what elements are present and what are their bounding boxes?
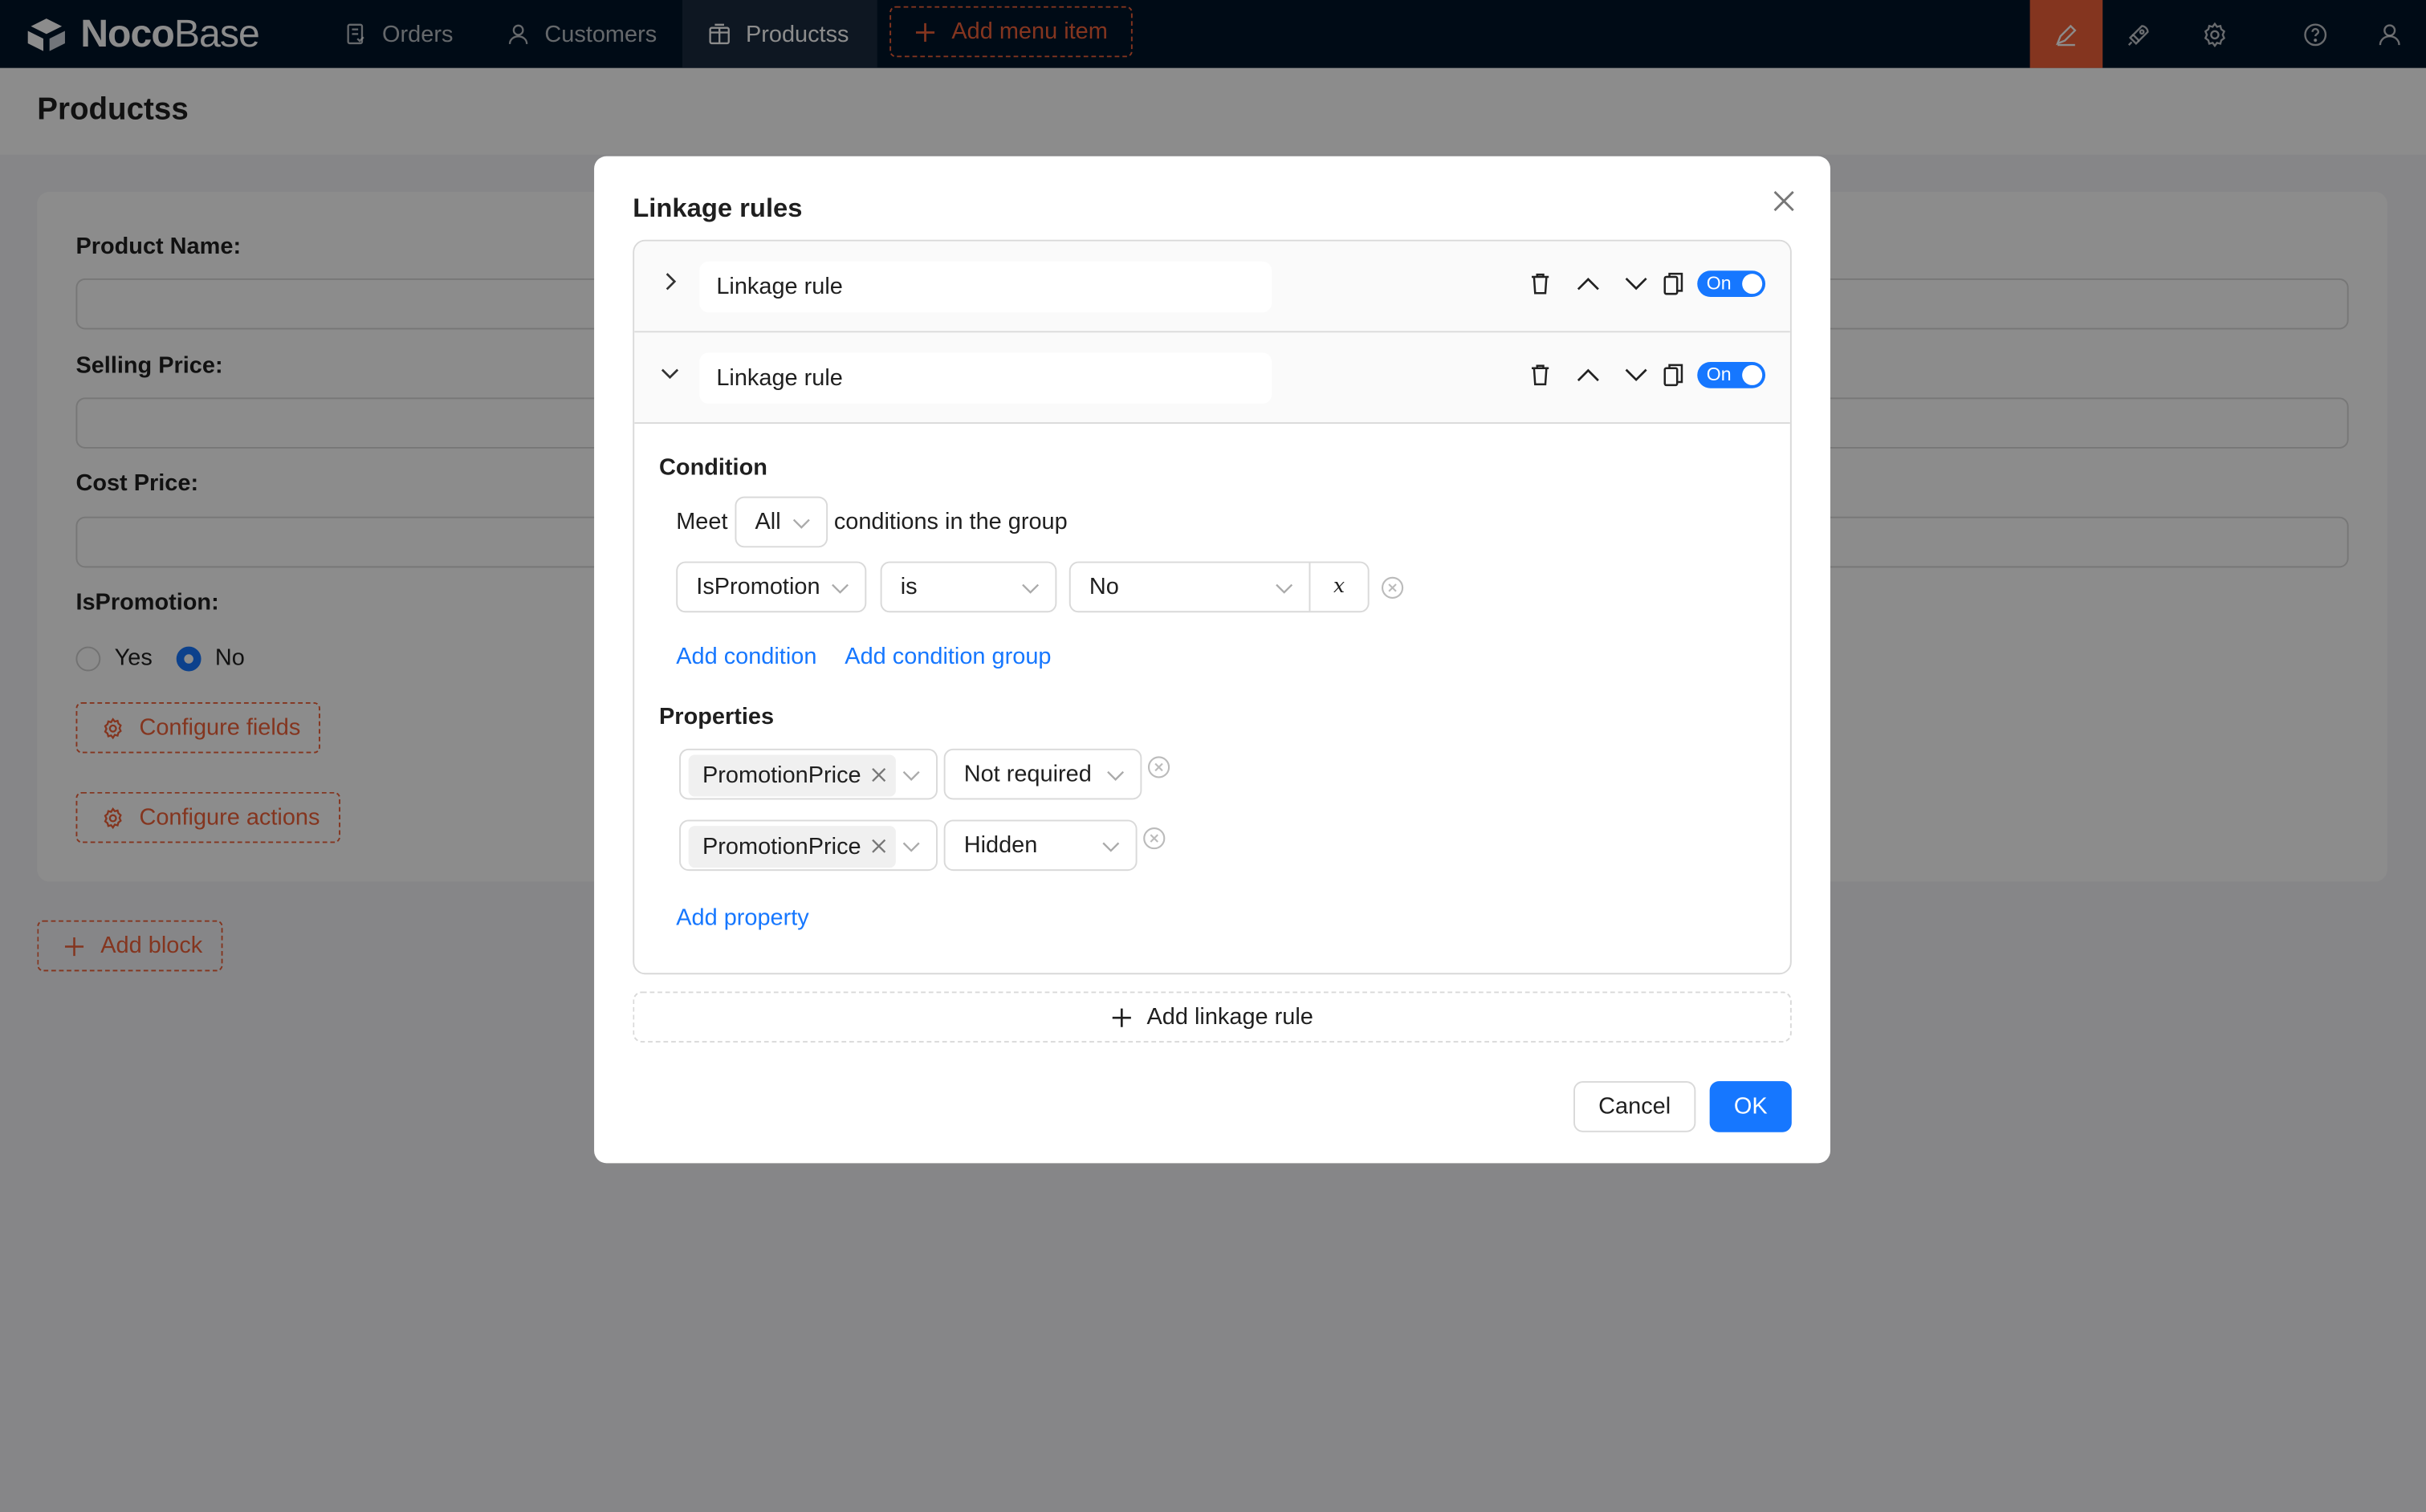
- close-icon[interactable]: [870, 839, 885, 854]
- add-property-link[interactable]: Add property: [676, 904, 809, 931]
- copy-icon[interactable]: [1660, 362, 1687, 388]
- condition-value-input[interactable]: No x: [1068, 561, 1370, 613]
- close-icon[interactable]: [870, 767, 885, 782]
- meet-suffix: conditions in the group: [833, 509, 1068, 535]
- close-icon[interactable]: [1770, 187, 1798, 215]
- chevron-right-icon[interactable]: [659, 270, 681, 292]
- property-action-value: Not required: [963, 761, 1092, 787]
- move-down-icon[interactable]: [1623, 270, 1650, 297]
- condition-field-value: IsPromotion: [696, 574, 820, 600]
- linkage-rule-header[interactable]: Linkage rule On: [634, 241, 1790, 333]
- property-field-select[interactable]: PromotionPrice: [679, 748, 938, 800]
- linkage-rule-name-input[interactable]: Linkage rule: [699, 261, 1272, 313]
- chevron-down-icon[interactable]: [659, 362, 681, 384]
- linkage-rules-list: Linkage rule On Linkage rule On Conditio…: [633, 239, 1792, 975]
- copy-icon[interactable]: [1660, 270, 1687, 297]
- chevron-down-icon: [1276, 583, 1293, 594]
- delete-icon[interactable]: [1527, 362, 1553, 388]
- meet-select-value: All: [755, 509, 781, 535]
- rule-enabled-switch[interactable]: On: [1697, 270, 1766, 298]
- meet-select[interactable]: All: [735, 496, 828, 548]
- remove-property-icon[interactable]: [1146, 755, 1171, 780]
- chevron-down-icon: [902, 770, 920, 781]
- switch-label: On: [1706, 272, 1732, 295]
- condition-value: No: [1089, 574, 1119, 600]
- chevron-down-icon: [1107, 770, 1125, 781]
- chevron-down-icon: [1022, 583, 1040, 594]
- plus-icon: [1113, 1007, 1132, 1026]
- remove-condition-icon[interactable]: [1380, 575, 1405, 600]
- condition-operator-value: is: [900, 574, 918, 600]
- chevron-down-icon: [902, 842, 920, 852]
- condition-title: Condition: [659, 454, 767, 482]
- linkage-rule-header[interactable]: Linkage rule On: [634, 332, 1790, 425]
- property-action-select[interactable]: Hidden: [943, 819, 1138, 872]
- meet-prefix: Meet: [676, 509, 728, 535]
- add-linkage-rule-label: Add linkage rule: [1146, 1003, 1313, 1030]
- chevron-down-icon: [792, 518, 810, 529]
- ok-button[interactable]: OK: [1709, 1081, 1792, 1132]
- move-down-icon[interactable]: [1623, 362, 1650, 388]
- add-condition-link[interactable]: Add condition: [676, 644, 816, 670]
- switch-label: On: [1706, 363, 1732, 385]
- switch-knob: [1742, 364, 1763, 385]
- property-action-select[interactable]: Not required: [943, 748, 1142, 800]
- property-field-select[interactable]: PromotionPrice: [679, 819, 938, 872]
- chevron-down-icon: [1102, 842, 1120, 852]
- move-up-icon[interactable]: [1575, 362, 1602, 388]
- switch-knob: [1742, 274, 1763, 295]
- linkage-rule-name-input[interactable]: Linkage rule: [699, 352, 1272, 404]
- remove-property-icon[interactable]: [1142, 826, 1166, 851]
- add-condition-group-link[interactable]: Add condition group: [845, 644, 1051, 670]
- modal-title: Linkage rules: [633, 193, 803, 223]
- add-linkage-rule-button[interactable]: Add linkage rule: [633, 991, 1792, 1043]
- property-field-tag: PromotionPrice: [688, 826, 896, 868]
- delete-icon[interactable]: [1527, 270, 1553, 297]
- variable-button[interactable]: x: [1309, 563, 1367, 612]
- chevron-down-icon: [832, 583, 849, 594]
- screen: NocoBase Orders Customers Productss Add …: [0, 0, 2426, 1512]
- move-up-icon[interactable]: [1575, 270, 1602, 297]
- properties-title: Properties: [659, 703, 775, 730]
- condition-field-select[interactable]: IsPromotion: [676, 561, 867, 613]
- condition-operator-select[interactable]: is: [880, 561, 1057, 613]
- cancel-button[interactable]: Cancel: [1573, 1081, 1696, 1132]
- property-field-tag: PromotionPrice: [688, 754, 896, 797]
- property-action-value: Hidden: [963, 831, 1038, 859]
- linkage-rules-modal: Linkage rules Linkage rule On Linkage ru…: [594, 156, 1830, 1164]
- rule-enabled-switch[interactable]: On: [1697, 361, 1766, 388]
